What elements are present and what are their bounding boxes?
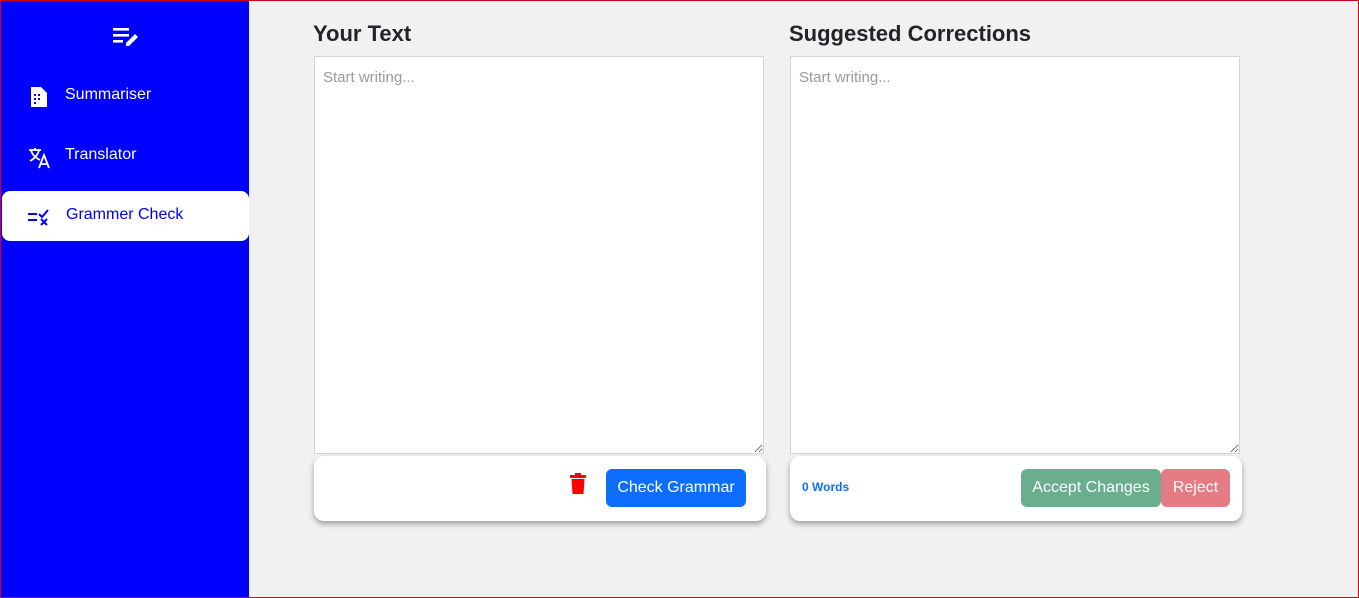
word-count: 0 Words [802,480,850,494]
accept-changes-button[interactable]: Accept Changes [1021,469,1161,507]
output-action-bar: 0 Words Accept Changes Reject [790,456,1242,521]
output-panel-title: Suggested Corrections [789,21,1032,46]
notes-edit-icon [113,28,138,46]
input-textarea[interactable] [314,56,764,454]
sidebar-item-label: Summariser [65,86,152,103]
sidebar-item-label: Translator [65,146,137,163]
summary-doc-icon [31,87,47,107]
corrections-textarea[interactable] [790,56,1240,454]
reject-button[interactable]: Reject [1161,469,1230,507]
sidebar: Summariser Translator Grammer Check [1,1,249,597]
sidebar-item-translator[interactable]: Translator [1,131,249,181]
grammar-check-icon [28,209,49,226]
sidebar-item-grammer-check[interactable]: Grammer Check [2,191,249,241]
input-action-bar: Check Grammar [314,456,766,521]
input-panel-title: Your Text [313,21,412,46]
sidebar-item-label: Grammer Check [66,206,184,223]
check-grammar-button[interactable]: Check Grammar [606,469,746,507]
sidebar-item-summariser[interactable]: Summariser [1,71,249,121]
translate-icon [29,148,50,169]
app-window: Summariser Translator Grammer Check Your… [0,0,1359,598]
trash-icon[interactable] [569,473,587,495]
